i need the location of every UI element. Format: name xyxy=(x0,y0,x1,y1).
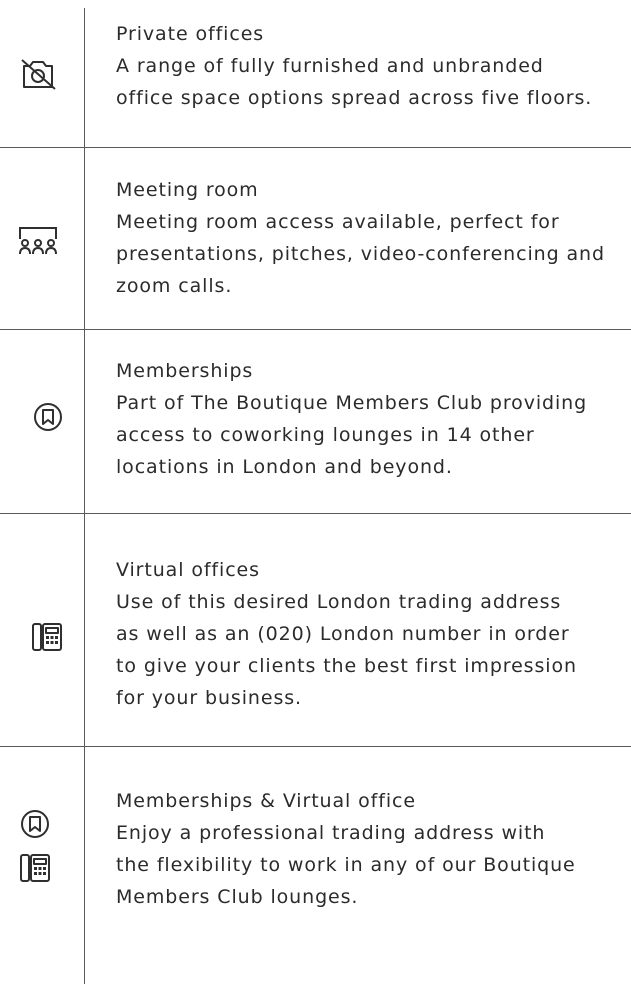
description-line: zoom calls. xyxy=(116,275,233,297)
feature-description: Use of this desired London trading addre… xyxy=(116,586,628,714)
feature-title: Memberships & Virtual office xyxy=(116,790,416,812)
description-line: Use of this desired London trading addre… xyxy=(116,591,562,613)
feature-title: Memberships xyxy=(116,360,254,382)
feature-memberships-virtual-office: Memberships & Virtual office Enjoy a pro… xyxy=(116,789,628,913)
description-line: Members Club lounges. xyxy=(116,886,359,908)
feature-description: A range of fully furnished and unbranded… xyxy=(116,50,628,114)
description-line: office space options spread across five … xyxy=(116,87,593,109)
feature-private-offices: Private offices A range of fully furnish… xyxy=(116,22,628,114)
feature-title: Meeting room xyxy=(116,179,259,201)
section-divider xyxy=(0,147,631,148)
description-line: to give your clients the best first impr… xyxy=(116,655,577,677)
description-line: as well as an (020) London number in ord… xyxy=(116,623,570,645)
vertical-divider xyxy=(84,8,85,984)
description-line: the flexibility to work in any of our Bo… xyxy=(116,854,576,876)
meeting-table-icon xyxy=(19,227,57,255)
feature-description: Part of The Boutique Members Club provid… xyxy=(116,387,628,483)
description-line: Enjoy a professional trading address wit… xyxy=(116,822,546,844)
office-phone-icon xyxy=(32,623,62,651)
office-phone-icon xyxy=(20,854,50,882)
camera-off-icon xyxy=(21,59,56,90)
section-divider xyxy=(0,746,631,747)
bookmark-circle-icon xyxy=(34,403,62,431)
description-line: presentations, pitches, video-conferenci… xyxy=(116,243,605,265)
description-line: locations in London and beyond. xyxy=(116,456,453,478)
feature-virtual-offices: Virtual offices Use of this desired Lond… xyxy=(116,558,628,714)
feature-memberships: Memberships Part of The Boutique Members… xyxy=(116,359,628,483)
description-line: access to coworking lounges in 14 other xyxy=(116,424,535,446)
description-line: for your business. xyxy=(116,687,302,709)
description-line: Meeting room access available, perfect f… xyxy=(116,211,560,233)
section-divider xyxy=(0,513,631,514)
section-divider xyxy=(0,329,631,330)
feature-title: Virtual offices xyxy=(116,559,260,581)
feature-description: Enjoy a professional trading address wit… xyxy=(116,817,628,913)
feature-description: Meeting room access available, perfect f… xyxy=(116,206,628,302)
bookmark-circle-icon xyxy=(21,810,49,838)
description-line: Part of The Boutique Members Club provid… xyxy=(116,392,588,414)
feature-title: Private offices xyxy=(116,23,265,45)
feature-meeting-room: Meeting room Meeting room access availab… xyxy=(116,178,628,302)
description-line: A range of fully furnished and unbranded xyxy=(116,55,544,77)
